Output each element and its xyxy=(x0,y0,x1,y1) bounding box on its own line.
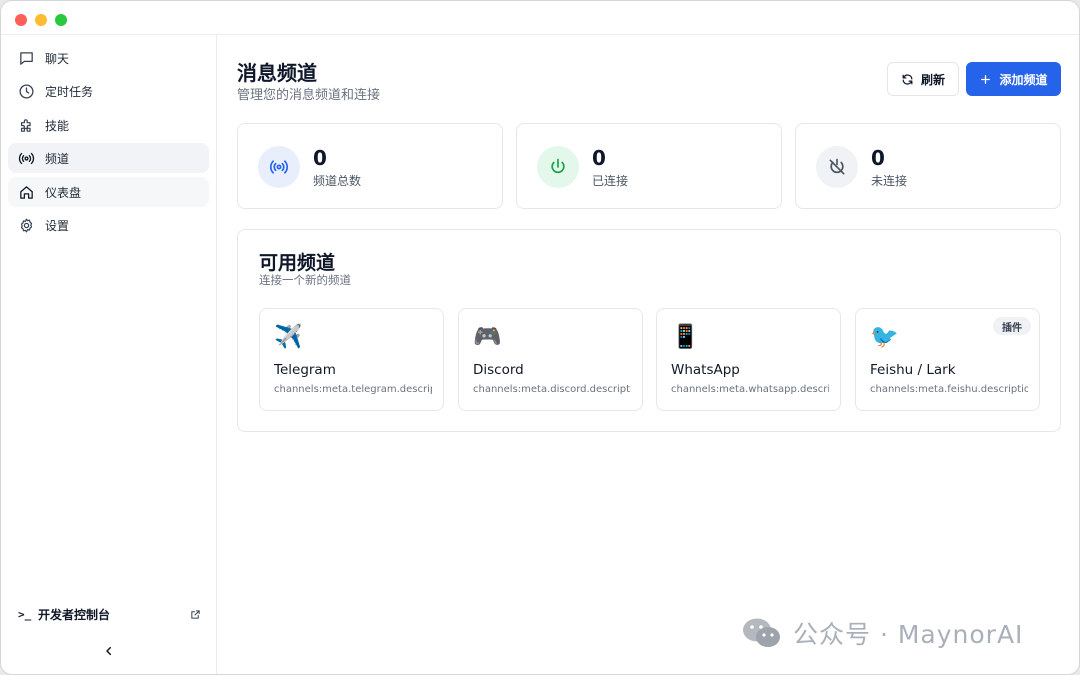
puzzle-icon xyxy=(20,118,31,132)
stat-value: 0 xyxy=(592,146,606,170)
stat-icon-bg xyxy=(258,146,300,188)
refresh-icon xyxy=(902,73,913,85)
channel-name: Feishu / Lark xyxy=(870,362,956,378)
clock-icon xyxy=(19,83,34,99)
stat-value: 0 xyxy=(313,146,327,170)
zoom-window-button[interactable] xyxy=(55,14,67,26)
channel-description: channels:meta.discord.description xyxy=(473,384,631,395)
page-subtitle: 管理您的消息频道和连接 xyxy=(237,88,381,103)
stat-card-total: 0 频道总数 xyxy=(237,123,503,209)
telegram-icon: ✈️ xyxy=(274,324,303,350)
close-window-button[interactable] xyxy=(15,14,27,26)
sidebar-item-skills[interactable]: 技能 xyxy=(8,110,209,140)
sidebar-item-label: 技能 xyxy=(45,118,70,133)
discord-icon: 🎮 xyxy=(473,324,502,350)
channel-card-telegram[interactable]: ✈️ Telegram channels:meta.telegram.descr… xyxy=(259,308,444,411)
title-bar xyxy=(1,1,1079,35)
panel-title: 可用频道 xyxy=(259,252,336,274)
stat-value: 0 xyxy=(871,146,885,170)
chat-bubble-icon xyxy=(20,51,33,65)
sidebar: 聊天 定时任务 技能 频道 仪表盘 设置 >_ 开发者控制台 xyxy=(1,35,217,674)
whatsapp-icon: 📱 xyxy=(671,324,700,350)
sidebar-item-scheduled-tasks[interactable]: 定时任务 xyxy=(8,76,209,106)
channel-description: channels:meta.telegram.description xyxy=(274,384,432,395)
stat-label: 未连接 xyxy=(871,174,908,188)
add-channel-button[interactable]: 添加频道 xyxy=(966,62,1061,96)
add-channel-label: 添加频道 xyxy=(999,72,1048,87)
watermark: 公众号 · MaynorAI xyxy=(741,615,1023,651)
plugin-badge: 插件 xyxy=(993,317,1031,335)
dev-console-link[interactable]: >_ 开发者控制台 xyxy=(18,605,201,623)
sidebar-item-channels[interactable]: 频道 xyxy=(8,143,209,173)
stat-icon-bg xyxy=(816,146,858,188)
refresh-button[interactable]: 刷新 xyxy=(887,62,959,96)
sidebar-item-label: 聊天 xyxy=(45,51,70,66)
channel-name: Discord xyxy=(473,362,524,378)
channel-description: channels:meta.feishu.description xyxy=(870,384,1028,395)
dev-console-label: 开发者控制台 xyxy=(38,607,111,622)
sidebar-item-label: 设置 xyxy=(45,218,70,233)
page-title: 消息频道 xyxy=(237,61,317,85)
channel-name: Telegram xyxy=(274,362,336,378)
minimize-window-button[interactable] xyxy=(35,14,47,26)
channel-name: WhatsApp xyxy=(671,362,740,378)
main-content: 消息频道 管理您的消息频道和连接 刷新 添加频道 0 频道总数 0 已连接 0 … xyxy=(217,35,1079,674)
external-link-icon xyxy=(191,609,200,619)
power-off-icon xyxy=(829,158,845,175)
stat-card-connected: 0 已连接 xyxy=(516,123,782,209)
refresh-label: 刷新 xyxy=(920,72,945,87)
sidebar-item-dashboard[interactable]: 仪表盘 xyxy=(8,177,209,207)
home-icon xyxy=(20,185,33,199)
sidebar-item-label: 定时任务 xyxy=(45,84,94,99)
stat-icon-bg xyxy=(537,146,579,188)
available-channels-panel: 可用频道 连接一个新的频道 ✈️ Telegram channels:meta.… xyxy=(237,229,1061,432)
app-window: 聊天 定时任务 技能 频道 仪表盘 设置 >_ 开发者控制台 消息频道 管理您的… xyxy=(0,0,1080,675)
plus-icon xyxy=(981,74,991,84)
gear-icon xyxy=(20,218,33,232)
watermark-text: 公众号 · MaynorAI xyxy=(793,620,1024,649)
channel-card-whatsapp[interactable]: 📱 WhatsApp channels:meta.whatsapp.descri… xyxy=(656,308,841,411)
sidebar-item-settings[interactable]: 设置 xyxy=(8,210,209,240)
terminal-prompt-icon: >_ xyxy=(18,607,32,621)
stat-label: 已连接 xyxy=(592,174,629,188)
stat-card-disconnected: 0 未连接 xyxy=(795,123,1061,209)
channel-description: channels:meta.whatsapp.description xyxy=(671,384,829,395)
radio-broadcast-icon xyxy=(269,160,289,174)
wechat-icon xyxy=(743,618,780,647)
feishu-icon: 🐦 xyxy=(870,324,899,350)
power-icon xyxy=(551,158,565,174)
panel-subtitle: 连接一个新的频道 xyxy=(259,273,351,287)
chevron-left-icon[interactable] xyxy=(101,643,117,659)
stat-label: 频道总数 xyxy=(313,174,362,188)
radio-broadcast-icon xyxy=(18,152,35,164)
sidebar-item-chat[interactable]: 聊天 xyxy=(8,43,209,73)
sidebar-item-label: 仪表盘 xyxy=(45,185,82,200)
sidebar-item-label: 频道 xyxy=(45,151,70,166)
channel-card-feishu[interactable]: 🐦 插件 Feishu / Lark channels:meta.feishu.… xyxy=(855,308,1040,411)
channel-card-discord[interactable]: 🎮 Discord channels:meta.discord.descript… xyxy=(458,308,643,411)
